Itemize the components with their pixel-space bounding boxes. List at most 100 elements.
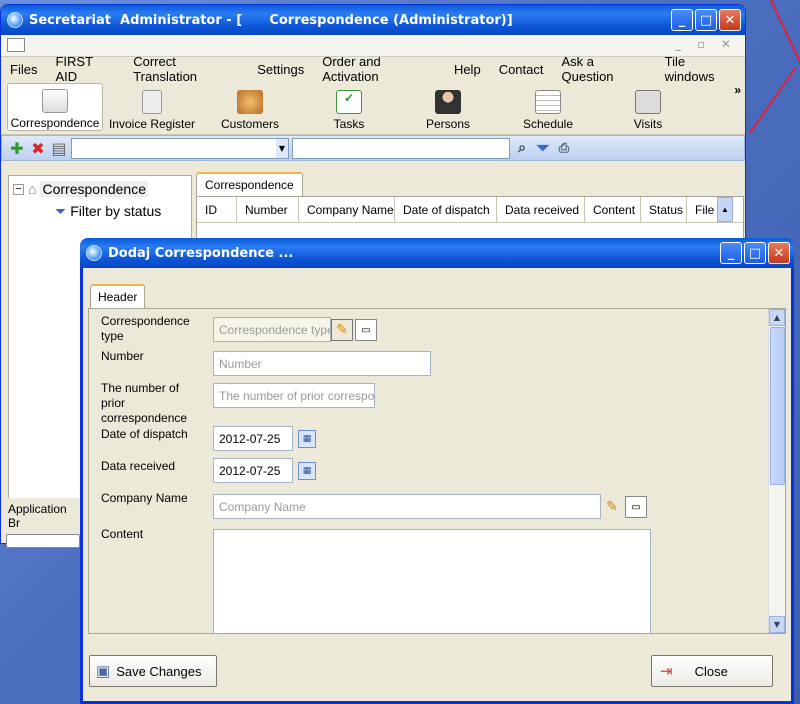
- edit-pencil-icon[interactable]: ✎: [331, 319, 353, 341]
- scroll-up-icon[interactable]: ▲: [769, 309, 785, 326]
- document-icon[interactable]: ▤: [50, 139, 68, 158]
- menu-settings[interactable]: Settings: [248, 62, 313, 77]
- correspondence-type-label: Correspondence type: [101, 314, 190, 343]
- close-button[interactable]: ⇥ Close: [651, 655, 773, 687]
- date-dispatch-label: Date of dispatch: [101, 427, 188, 441]
- tab-header[interactable]: Header: [90, 284, 146, 308]
- tree-item-filter-by-status[interactable]: Filter by status: [70, 203, 161, 219]
- mdi-bar: _ ▫ ✕: [1, 35, 745, 57]
- column-header[interactable]: ID: [197, 197, 237, 222]
- content-textarea[interactable]: [213, 529, 651, 633]
- date-received-field[interactable]: 2012-07-25: [213, 458, 293, 483]
- quick-toolbar: ✚ ✖ ▤ ▼ ⌕ ⏷ ⎙: [1, 135, 745, 161]
- prior-number-field[interactable]: The number of prior correspo...: [213, 383, 375, 408]
- toolbar-label: Invoice Register: [108, 117, 196, 131]
- app-icon: [86, 245, 102, 261]
- status-label: Application Br: [8, 502, 67, 530]
- menu-order-activation[interactable]: Order and Activation: [313, 54, 445, 84]
- tasks-icon: ✓: [336, 90, 362, 114]
- toolbar-customers[interactable]: Customers: [201, 83, 299, 131]
- maximize-button[interactable]: □: [744, 242, 766, 264]
- print-icon[interactable]: ⎙: [555, 139, 573, 157]
- column-header[interactable]: Company Name: [299, 197, 395, 222]
- minimize-button[interactable]: _: [720, 242, 742, 264]
- add-icon[interactable]: ✚: [8, 139, 26, 158]
- column-header[interactable]: Date of dispatch: [395, 197, 497, 222]
- status-area: Application Br: [2, 498, 84, 548]
- menu-help[interactable]: Help: [445, 62, 490, 77]
- lookup-icon[interactable]: ▭: [625, 496, 647, 518]
- menu-correct-translation[interactable]: Correct Translation: [124, 54, 248, 84]
- column-header[interactable]: File: [687, 197, 717, 222]
- toolbar-schedule[interactable]: Schedule: [497, 83, 599, 131]
- schedule-icon: [535, 90, 561, 114]
- toolbar-label: Schedule: [522, 117, 574, 131]
- desktop-decoration: [749, 66, 797, 134]
- maximize-button[interactable]: □: [695, 9, 717, 31]
- toolbar-visits[interactable]: Visits: [599, 83, 697, 131]
- filter-icon: ⏷: [55, 202, 67, 219]
- correspondence-type-field[interactable]: Correspondence type: [213, 317, 331, 342]
- tree-item-correspondence[interactable]: Correspondence: [40, 181, 148, 197]
- save-changes-button[interactable]: ▣ Save Changes: [89, 655, 217, 687]
- close-label: Close: [694, 663, 728, 679]
- grid-header: ID Number Company Name Date of dispatch …: [197, 197, 743, 223]
- menu-ask-question[interactable]: Ask a Question: [553, 54, 656, 84]
- menu-first-aid[interactable]: FIRST AID: [46, 54, 124, 84]
- calendar-icon[interactable]: ▦: [296, 460, 318, 482]
- main-window-title: Secretariat Administrator - [ Correspond…: [29, 12, 513, 28]
- column-header[interactable]: Number: [237, 197, 299, 222]
- chevron-down-icon[interactable]: ▼: [276, 138, 288, 158]
- date-dispatch-field[interactable]: 2012-07-25: [213, 426, 293, 451]
- prior-number-label: The number of prior correspondence: [101, 381, 188, 425]
- progress-bar: [6, 534, 80, 548]
- exit-icon: ⇥: [660, 663, 673, 680]
- toolbar-tasks[interactable]: ✓ Tasks: [299, 83, 399, 131]
- home-icon: ⌂: [28, 181, 37, 197]
- toolbar-overflow-icon[interactable]: »: [734, 83, 741, 97]
- invoice-icon: [142, 90, 162, 114]
- menu-contact[interactable]: Contact: [490, 62, 553, 77]
- lookup-icon[interactable]: ▭: [355, 319, 377, 341]
- calendar-icon[interactable]: ▦: [296, 428, 318, 450]
- toolbar-label: Customers: [220, 117, 279, 131]
- collapse-icon[interactable]: −: [13, 183, 24, 195]
- add-correspondence-dialog: Dodaj Correspondence ... _ □ ✕ Header Co…: [80, 238, 794, 704]
- scrollbar-thumb[interactable]: [770, 327, 785, 485]
- close-window-button[interactable]: ✕: [768, 242, 790, 264]
- filter-combo[interactable]: ▼: [71, 137, 289, 159]
- dialog-title-bar[interactable]: Dodaj Correspondence ... _ □ ✕: [80, 238, 794, 268]
- number-field[interactable]: Number: [213, 351, 431, 376]
- column-header[interactable]: Status: [641, 197, 687, 222]
- search-icon[interactable]: ⌕: [513, 139, 531, 157]
- close-window-button[interactable]: ✕: [719, 9, 741, 31]
- toolbar-label: Visits: [633, 117, 663, 131]
- tab-correspondence[interactable]: Correspondence: [196, 172, 303, 196]
- desktop-decoration: [770, 0, 800, 128]
- mdi-controls[interactable]: _ ▫ ✕: [675, 37, 737, 51]
- column-header[interactable]: Content: [585, 197, 641, 222]
- minimize-button[interactable]: _: [671, 9, 693, 31]
- menu-files[interactable]: Files: [1, 62, 46, 77]
- scroll-down-icon[interactable]: ▼: [769, 616, 785, 633]
- toolbar-label: Correspondence: [10, 116, 100, 130]
- search-text-input[interactable]: [292, 137, 510, 159]
- column-header[interactable]: Data received: [497, 197, 585, 222]
- scroll-up-icon[interactable]: ▲: [717, 197, 733, 222]
- visits-icon: [635, 90, 661, 114]
- form-scrollbar[interactable]: ▲ ▼: [768, 309, 785, 633]
- toolbar-label: Persons: [425, 117, 471, 131]
- edit-pencil-icon[interactable]: ✎: [601, 496, 623, 518]
- customers-icon: [237, 90, 263, 114]
- toolbar-correspondence[interactable]: Correspondence: [7, 83, 103, 131]
- company-name-field[interactable]: Company Name: [213, 494, 601, 519]
- main-title-bar[interactable]: Secretariat Administrator - [ Correspond…: [1, 5, 745, 35]
- toolbar-invoice-register[interactable]: Invoice Register: [103, 83, 201, 131]
- delete-icon[interactable]: ✖: [29, 139, 47, 158]
- toolbar-persons[interactable]: Persons: [399, 83, 497, 131]
- correspondence-icon: [42, 89, 68, 113]
- menu-tile-windows[interactable]: Tile windows: [656, 54, 745, 84]
- app-icon: [7, 12, 23, 28]
- filter-icon[interactable]: ⏷: [534, 138, 552, 157]
- company-name-label: Company Name: [101, 491, 188, 505]
